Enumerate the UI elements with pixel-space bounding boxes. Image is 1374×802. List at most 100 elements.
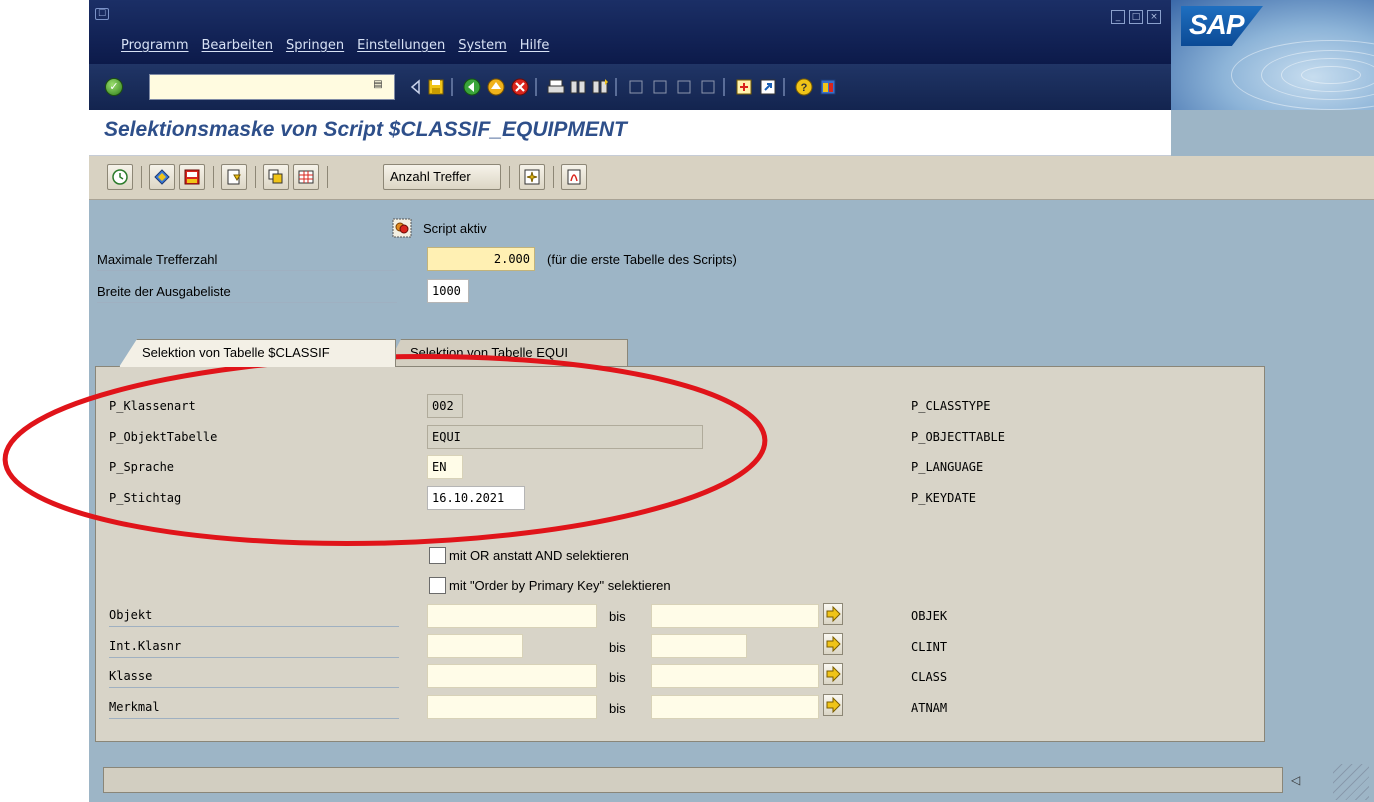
script-aktiv-label: Script aktiv bbox=[423, 221, 487, 236]
menu-system[interactable]: System bbox=[458, 38, 506, 53]
layout-menu-icon[interactable] bbox=[819, 78, 837, 96]
tab-selektion-equi[interactable]: Selektion von Tabelle EQUI bbox=[387, 339, 628, 366]
command-field[interactable] bbox=[149, 74, 395, 100]
toolbar-separator bbox=[141, 166, 142, 188]
arrow-right-icon bbox=[826, 696, 841, 714]
max-treffer-note: (für die erste Tabelle des Scripts) bbox=[547, 252, 737, 267]
multiple-selection-button-int-klasnr[interactable] bbox=[823, 633, 843, 655]
maximize-icon[interactable]: □ bbox=[1129, 10, 1143, 24]
toolbar-separator bbox=[255, 166, 256, 188]
pdf-button[interactable] bbox=[561, 164, 587, 190]
resize-grip[interactable] bbox=[1333, 764, 1369, 800]
variant-button[interactable] bbox=[149, 164, 175, 190]
menu-einstellungen[interactable]: Einstellungen bbox=[357, 38, 445, 53]
checkbox-or-statt-and[interactable] bbox=[429, 547, 446, 564]
find-icon[interactable] bbox=[569, 78, 587, 96]
param-label-sprache: P_Sprache bbox=[109, 460, 175, 474]
tab-selektion-classif[interactable]: Selektion von Tabelle $CLASSIF bbox=[119, 339, 396, 367]
bis-label: bis bbox=[609, 640, 626, 655]
navigate-back-small-icon[interactable] bbox=[407, 78, 425, 96]
range-label-klasse: Klasse bbox=[109, 669, 153, 683]
new-entry-button[interactable] bbox=[519, 164, 545, 190]
param-tech-keydate: P_KEYDATE bbox=[911, 491, 977, 505]
param-label-objekttabelle: P_ObjektTabelle bbox=[109, 430, 218, 444]
multiple-selection-button-objekt[interactable] bbox=[823, 603, 843, 625]
range-to-int-klasnr[interactable] bbox=[651, 634, 747, 658]
range-from-merkmal[interactable] bbox=[427, 695, 597, 719]
range-label-objekt: Objekt bbox=[109, 608, 153, 622]
copy-button[interactable] bbox=[263, 164, 289, 190]
cancel-icon[interactable] bbox=[511, 78, 529, 96]
range-tech-objek: OBJEK bbox=[911, 609, 948, 623]
menu-programm[interactable]: Programm bbox=[121, 38, 189, 53]
label-underline bbox=[109, 626, 399, 627]
checkbox-or-statt-and-label: mit OR anstatt AND selektieren bbox=[449, 548, 629, 563]
param-field-stichtag[interactable]: 16.10.2021 bbox=[427, 486, 525, 510]
status-collapse-icon[interactable]: ◁ bbox=[1291, 773, 1300, 787]
range-tech-class: CLASS bbox=[911, 670, 948, 684]
param-field-sprache[interactable]: EN bbox=[427, 455, 463, 479]
find-next-icon[interactable] bbox=[591, 78, 609, 96]
get-variant-icon bbox=[227, 169, 241, 185]
window-controls: _ □ × bbox=[1111, 10, 1161, 24]
bis-label: bis bbox=[609, 670, 626, 685]
svg-text:?: ? bbox=[801, 82, 808, 94]
sap-logo: SAP bbox=[1181, 6, 1263, 46]
param-tech-language: P_LANGUAGE bbox=[911, 460, 984, 474]
script-active-icon bbox=[392, 218, 412, 238]
create-session-icon[interactable] bbox=[735, 78, 753, 96]
next-page-icon[interactable] bbox=[675, 78, 693, 96]
sparkle-document-icon bbox=[524, 169, 540, 185]
first-page-icon[interactable] bbox=[627, 78, 645, 96]
menu-springen[interactable]: Springen bbox=[286, 38, 344, 53]
range-to-klasse[interactable] bbox=[651, 664, 819, 688]
param-label-stichtag: P_Stichtag bbox=[109, 491, 182, 505]
shortcut-icon[interactable] bbox=[759, 78, 777, 96]
help-icon[interactable]: ? bbox=[795, 78, 813, 96]
label-underline bbox=[97, 270, 397, 271]
previous-page-icon[interactable] bbox=[651, 78, 669, 96]
execute-button[interactable] bbox=[107, 164, 133, 190]
print-icon[interactable] bbox=[547, 78, 565, 96]
minimize-icon[interactable]: _ bbox=[1111, 10, 1125, 24]
checkbox-order-by-primary-key[interactable] bbox=[429, 577, 446, 594]
range-to-merkmal[interactable] bbox=[651, 695, 819, 719]
anzahl-treffer-button[interactable]: Anzahl Treffer bbox=[383, 164, 501, 190]
menu-bearbeiten[interactable]: Bearbeiten bbox=[202, 38, 273, 53]
back-icon[interactable] bbox=[463, 78, 481, 96]
get-variant-button[interactable] bbox=[221, 164, 247, 190]
menu-hilfe[interactable]: Hilfe bbox=[520, 38, 550, 53]
toolbar-separator bbox=[213, 166, 214, 188]
max-treffer-field[interactable]: 2.000 bbox=[427, 247, 535, 271]
range-to-objekt[interactable] bbox=[651, 604, 819, 628]
save-icon[interactable] bbox=[427, 78, 445, 96]
page-title: Selektionsmaske von Script $CLASSIF_EQUI… bbox=[104, 118, 627, 141]
copy-icon bbox=[268, 169, 283, 184]
toolbar-separator bbox=[535, 78, 537, 96]
enter-check-icon[interactable]: ✓ bbox=[105, 78, 123, 96]
save-variant-button[interactable] bbox=[179, 164, 205, 190]
breite-field[interactable]: 1000 bbox=[427, 279, 469, 303]
close-icon[interactable]: × bbox=[1147, 10, 1161, 24]
range-from-klasse[interactable] bbox=[427, 664, 597, 688]
status-bar bbox=[103, 767, 1283, 793]
exit-icon[interactable] bbox=[487, 78, 505, 96]
command-history-icon[interactable]: ▤ bbox=[371, 79, 385, 93]
multiple-selection-button-merkmal[interactable] bbox=[823, 694, 843, 716]
main-menu: Programm Bearbeiten Springen Einstellung… bbox=[121, 38, 549, 53]
param-field-objekttabelle: EQUI bbox=[427, 425, 703, 449]
toolbar-separator bbox=[723, 78, 725, 96]
label-underline bbox=[97, 302, 397, 303]
bis-label: bis bbox=[609, 701, 626, 716]
label-underline bbox=[109, 657, 399, 658]
window-menu-icon[interactable]: ☐ bbox=[95, 8, 109, 20]
range-from-objekt[interactable] bbox=[427, 604, 597, 628]
multiple-selection-button-klasse[interactable] bbox=[823, 663, 843, 685]
table-button[interactable] bbox=[293, 164, 319, 190]
range-from-int-klasnr[interactable] bbox=[427, 634, 523, 658]
standard-toolbar: ✓ ▤ ? bbox=[89, 64, 1171, 110]
label-underline bbox=[109, 687, 399, 688]
last-page-icon[interactable] bbox=[699, 78, 717, 96]
toolbar-separator bbox=[327, 166, 328, 188]
param-field-klassenart: 002 bbox=[427, 394, 463, 418]
